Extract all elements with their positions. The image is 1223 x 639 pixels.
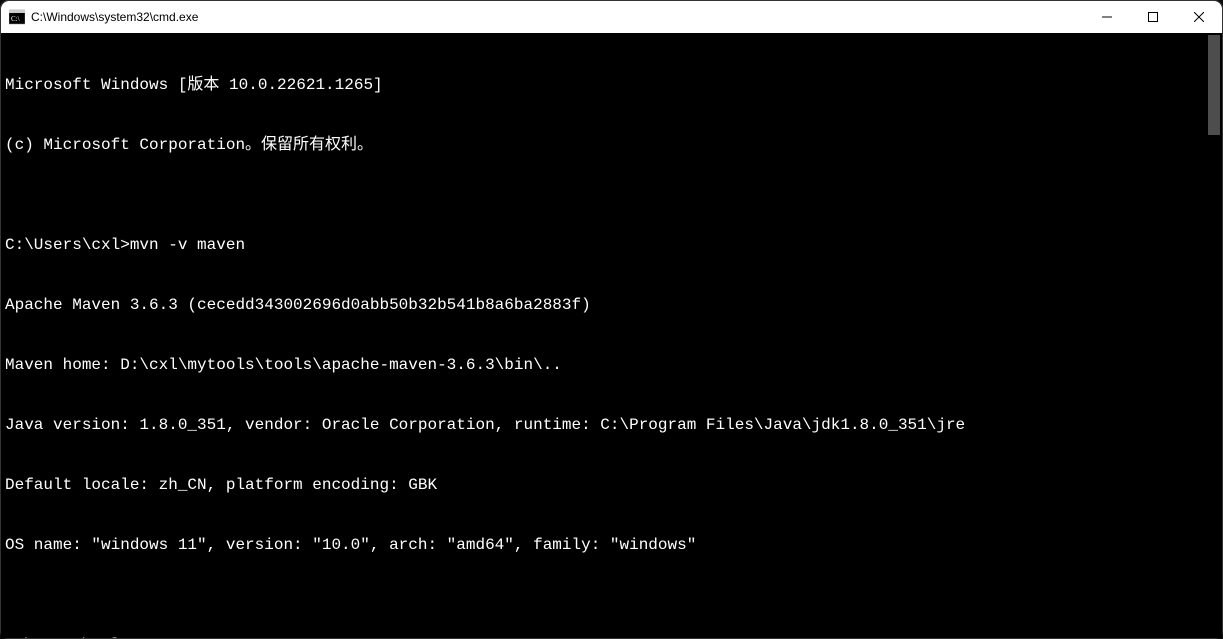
output-line: OS name: "windows 11", version: "10.0", … (5, 535, 1218, 555)
prompt-line: C:\Users\cxl> (5, 635, 1218, 638)
minimize-button[interactable] (1084, 1, 1130, 33)
output-line: Java version: 1.8.0_351, vendor: Oracle … (5, 415, 1218, 435)
titlebar-controls (1084, 1, 1222, 33)
svg-text:C:\: C:\ (11, 15, 20, 23)
output-line: Default locale: zh_CN, platform encoding… (5, 475, 1218, 495)
output-line: Microsoft Windows [版本 10.0.22621.1265] (5, 75, 1218, 95)
terminal-content: Microsoft Windows [版本 10.0.22621.1265] (… (5, 35, 1218, 638)
scrollbar-thumb[interactable] (1208, 35, 1220, 135)
cmd-icon: C:\ (9, 9, 25, 25)
window-title: C:\Windows\system32\cmd.exe (31, 10, 198, 24)
maximize-button[interactable] (1130, 1, 1176, 33)
prompt-text: C:\Users\cxl> (5, 636, 130, 638)
titlebar-left: C:\ C:\Windows\system32\cmd.exe (1, 9, 198, 25)
window-titlebar: C:\ C:\Windows\system32\cmd.exe (1, 1, 1222, 33)
close-button[interactable] (1176, 1, 1222, 33)
terminal-body[interactable]: Microsoft Windows [版本 10.0.22621.1265] (… (1, 33, 1222, 638)
output-line: C:\Users\cxl>mvn -v maven (5, 235, 1218, 255)
output-line: (c) Microsoft Corporation。保留所有权利。 (5, 135, 1218, 155)
output-line: Apache Maven 3.6.3 (cecedd343002696d0abb… (5, 295, 1218, 315)
output-line: Maven home: D:\cxl\mytools\tools\apache-… (5, 355, 1218, 375)
